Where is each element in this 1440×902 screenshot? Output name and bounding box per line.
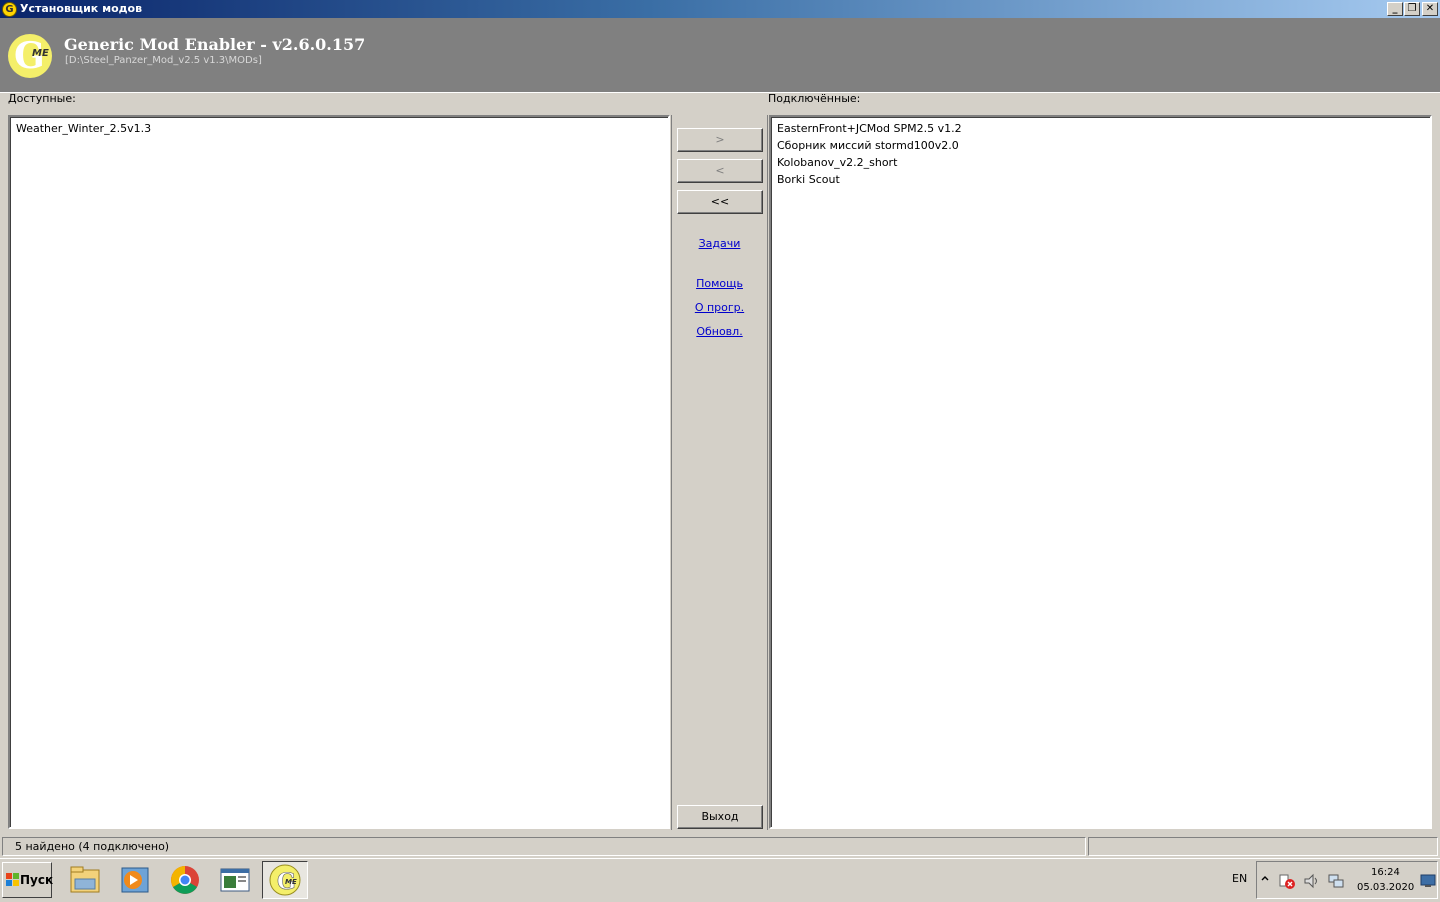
media-player-icon [121,867,149,893]
taskbar-chrome[interactable] [162,861,208,899]
taskbar-file-manager[interactable] [62,861,108,899]
list-item[interactable]: Сборник миссий stormd100v2.0 [771,137,1430,154]
list-item[interactable]: EasternFront+JCMod SPM2.5 v1.2 [771,120,1430,137]
logo-sub: ME [32,48,49,59]
minimize-button[interactable]: _ [1387,2,1403,16]
clock-date[interactable]: 05.03.2020 [1357,882,1414,893]
volume-icon[interactable] [1303,872,1321,890]
deactivate-all-button[interactable]: << [677,190,763,214]
svg-text:ME: ME [285,878,297,886]
language-indicator[interactable]: EN [1232,872,1247,885]
available-mods-list[interactable]: Weather_Winter_2.5v1.3 [8,115,670,829]
close-button[interactable]: ✕ [1422,2,1438,16]
taskbar-media-player[interactable] [112,861,158,899]
list-item[interactable]: Borki Scout [771,171,1430,188]
start-button[interactable]: Пуск [2,862,54,898]
windows-flag-icon [6,873,19,886]
about-link[interactable]: О прогр. [671,301,768,314]
gme-logo: G ME [8,34,52,78]
taskbar: Пуск G ME EN 16:24 05.03.2020 [0,858,1440,900]
taskbar-gme[interactable]: G ME [262,861,308,899]
status-right-panel [1088,837,1438,856]
gme-icon: G ME [269,864,301,896]
chrome-icon [171,866,199,894]
deactivate-button[interactable]: < [677,159,763,183]
activate-button[interactable]: > [677,128,763,152]
window-title: Установщик модов [20,2,143,15]
header-divider [0,92,1440,93]
network-icon[interactable] [1327,872,1345,890]
chevron-up-icon[interactable] [1260,874,1270,884]
mods-path: [D:\Steel_Panzer_Mod_v2.5 v1.3\MODs] [65,55,262,66]
app-title: Generic Mod Enabler - v2.6.0.157 [64,35,366,54]
app-header: G ME Generic Mod Enabler - v2.6.0.157 [D… [0,18,1440,92]
clock-time[interactable]: 16:24 [1371,867,1400,878]
update-link[interactable]: Обновл. [671,325,768,338]
show-desktop-icon[interactable] [1420,874,1436,888]
installed-mods-list[interactable]: EasternFront+JCMod SPM2.5 v1.2 Сборник м… [769,115,1432,829]
list-item[interactable]: Weather_Winter_2.5v1.3 [10,120,668,137]
app-icon[interactable]: G [2,2,17,17]
exit-button[interactable]: Выход [677,805,763,829]
main-window: G Установщик модов _ ❐ ✕ G ME Generic Mo… [0,0,1440,858]
window-app-icon [220,868,250,892]
title-bar[interactable]: G Установщик модов _ ❐ ✕ [0,0,1440,18]
taskbar-window-app[interactable] [212,861,258,899]
installed-label: Подключённые: [768,92,861,105]
action-panel: > < << Задачи Помощь О прогр. Обновл. Вы… [671,115,768,830]
file-manager-icon [70,866,100,893]
help-link[interactable]: Помощь [671,277,768,290]
tasks-link[interactable]: Задачи [671,237,768,250]
system-tray: 16:24 05.03.2020 [1256,861,1438,899]
action-center-icon[interactable] [1278,872,1296,890]
status-summary: 5 найдено (4 подключено) [2,837,1086,856]
start-label: Пуск [20,873,54,887]
status-bar: 5 найдено (4 подключено) [0,836,1440,856]
list-item[interactable]: Kolobanov_v2.2_short [771,154,1430,171]
restore-button[interactable]: ❐ [1404,2,1420,16]
available-label: Доступные: [8,92,76,105]
